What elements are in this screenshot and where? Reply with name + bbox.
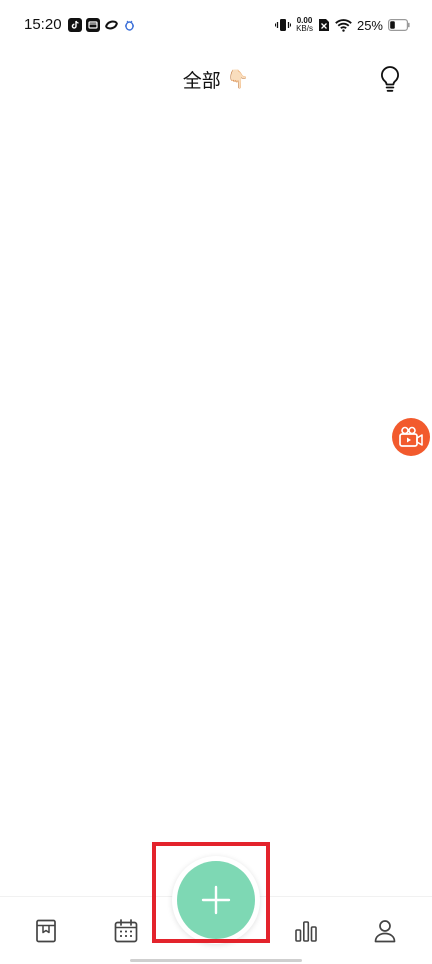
no-sim-icon [318, 19, 329, 31]
video-camera-icon [399, 426, 423, 447]
header: 全部 👇🏻 [0, 58, 432, 102]
person-icon [374, 920, 396, 943]
calendar-icon [114, 919, 138, 943]
bar-chart-icon [295, 921, 317, 942]
video-record-button[interactable] [392, 418, 430, 456]
network-speed: 0.00 KB/s [296, 17, 313, 33]
nav-calendar-tab[interactable] [110, 915, 142, 947]
category-selector[interactable]: 全部 👇🏻 [0, 66, 432, 93]
system-icons: 0.00 KB/s 25% [275, 14, 410, 36]
add-button-container [172, 856, 260, 944]
lightbulb-icon [381, 66, 399, 92]
sync-app-icon [105, 20, 118, 30]
bug-app-icon [125, 20, 134, 31]
network-speed-unit: KB/s [296, 24, 313, 33]
battery-icon [388, 19, 410, 31]
vibrate-icon [275, 19, 292, 31]
home-indicator[interactable] [130, 959, 302, 962]
nav-books-tab[interactable] [30, 915, 62, 947]
wifi-icon [335, 18, 352, 32]
app-notification-icon [86, 18, 100, 32]
lightbulb-button[interactable] [378, 64, 402, 94]
nav-profile-tab[interactable] [369, 915, 401, 947]
battery-percent: 25% [356, 17, 383, 33]
nav-statistics-tab[interactable] [290, 915, 322, 947]
notification-icons [68, 16, 136, 34]
page-title: 全部 [182, 70, 221, 92]
status-time: 15:20 [24, 16, 62, 33]
add-record-button[interactable] [177, 861, 255, 939]
plus-icon [201, 885, 231, 915]
pointing-down-emoji: 👇🏻 [226, 69, 250, 90]
status-bar: 15:20 0.00 KB/s 25% [0, 0, 432, 52]
tiktok-icon [68, 18, 82, 32]
book-icon [36, 919, 56, 943]
